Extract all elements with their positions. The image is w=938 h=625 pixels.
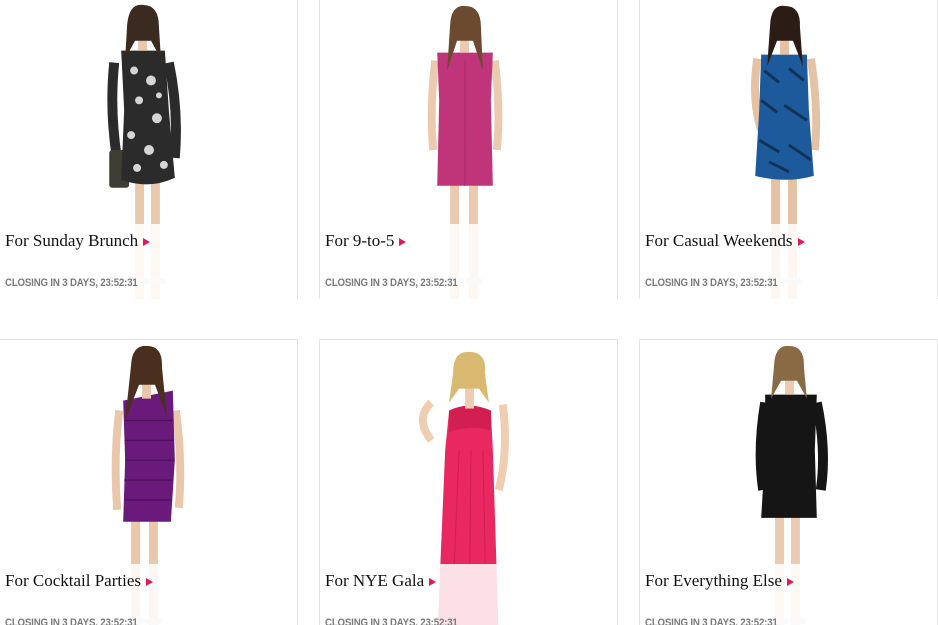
arrow-right-icon xyxy=(143,237,151,246)
arrow-right-icon xyxy=(797,237,805,246)
sale-card-everything-else[interactable]: For Everything Else CLOSING IN 3 DAYS, 2… xyxy=(639,339,938,625)
arrow-right-icon xyxy=(145,577,153,586)
sale-card-cocktail-parties[interactable]: For Cocktail Parties CLOSING IN 3 DAYS, … xyxy=(0,339,298,625)
card-title-link[interactable]: For Sunday Brunch xyxy=(5,231,151,251)
sale-card-nye-gala[interactable]: For NYE Gala CLOSING IN 3 DAYS, 23:52:31 xyxy=(319,339,618,625)
arrow-right-icon xyxy=(399,237,407,246)
closing-countdown: CLOSING IN 3 DAYS, 23:52:31 xyxy=(325,277,458,289)
closing-countdown: CLOSING IN 3 DAYS, 23:52:31 xyxy=(645,277,778,289)
card-title[interactable]: For Everything Else xyxy=(645,571,782,591)
card-title[interactable]: For Sunday Brunch xyxy=(5,231,138,251)
sale-card-9-to-5[interactable]: For 9-to-5 CLOSING IN 3 DAYS, 23:52:31 xyxy=(319,0,618,299)
sale-card-sunday-brunch[interactable]: For Sunday Brunch CLOSING IN 3 DAYS, 23:… xyxy=(0,0,298,299)
closing-countdown: CLOSING IN 3 DAYS, 23:52:31 xyxy=(325,617,458,625)
card-title-link[interactable]: For Casual Weekends xyxy=(645,231,805,251)
card-title-link[interactable]: For 9-to-5 xyxy=(325,231,407,251)
arrow-right-icon xyxy=(786,577,794,586)
closing-countdown: CLOSING IN 3 DAYS, 23:52:31 xyxy=(5,277,138,289)
card-title[interactable]: For 9-to-5 xyxy=(325,231,394,251)
card-title-link[interactable]: For Everything Else xyxy=(645,571,794,591)
sale-card-casual-weekends[interactable]: For Casual Weekends CLOSING IN 3 DAYS, 2… xyxy=(639,0,938,299)
card-title[interactable]: For NYE Gala xyxy=(325,571,424,591)
card-title-link[interactable]: For NYE Gala xyxy=(325,571,437,591)
closing-countdown: CLOSING IN 3 DAYS, 23:52:31 xyxy=(5,617,138,625)
card-title[interactable]: For Cocktail Parties xyxy=(5,571,141,591)
card-title-link[interactable]: For Cocktail Parties xyxy=(5,571,153,591)
arrow-right-icon xyxy=(429,577,437,586)
card-title[interactable]: For Casual Weekends xyxy=(645,231,793,251)
sale-grid: For Sunday Brunch CLOSING IN 3 DAYS, 23:… xyxy=(0,0,938,625)
closing-countdown: CLOSING IN 3 DAYS, 23:52:31 xyxy=(645,617,778,625)
